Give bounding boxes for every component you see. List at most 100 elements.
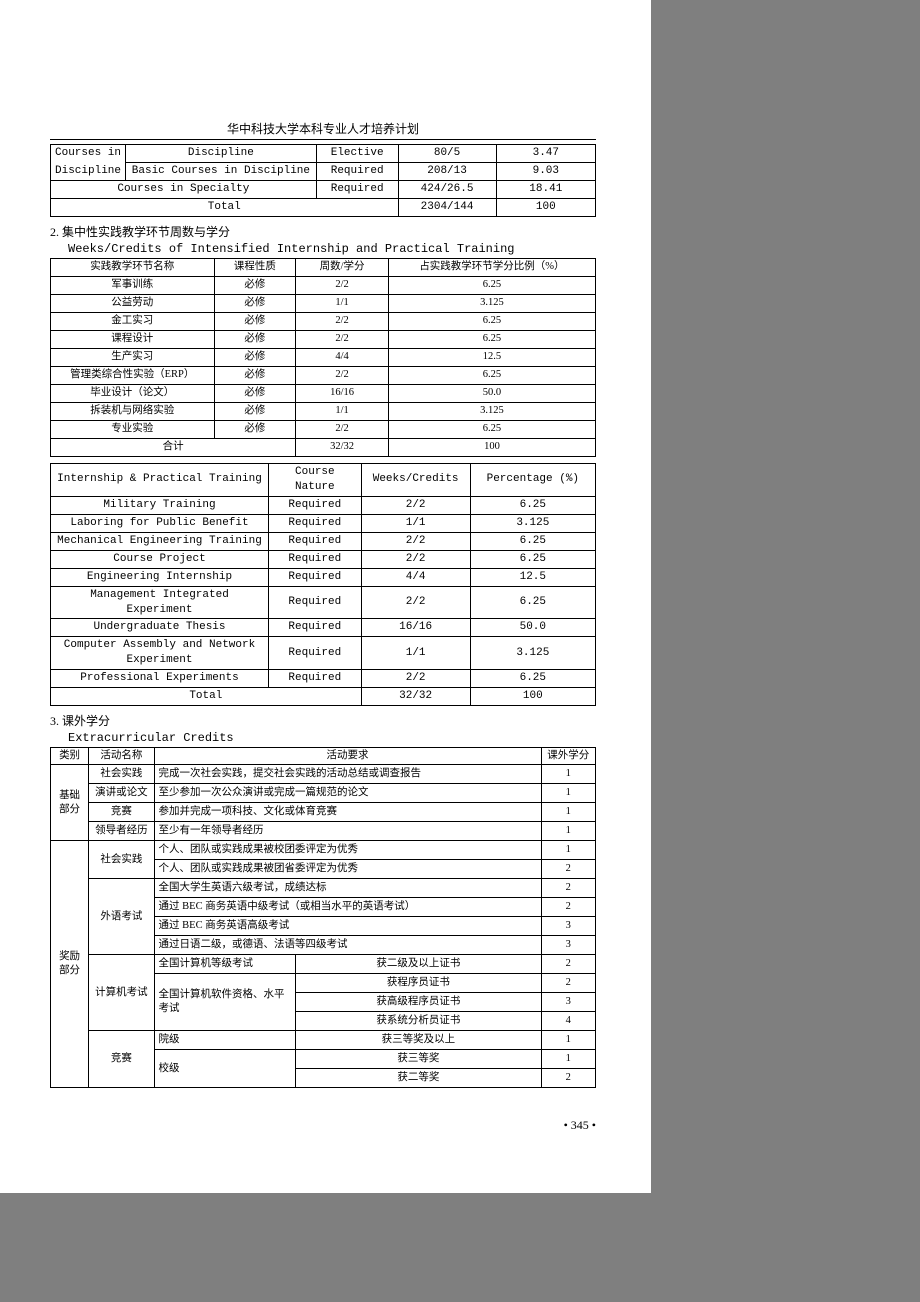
table-row: 合计 32/32 100 bbox=[51, 439, 596, 457]
table-row: Mechanical Engineering TrainingRequired2… bbox=[51, 532, 596, 550]
cell: 外语考试 bbox=[89, 879, 154, 955]
table-extracurricular: 类别 活动名称 活动要求 课外学分 基础部分社会实践完成一次社会实践，提交社会实… bbox=[50, 747, 596, 1088]
cell: 活动名称 bbox=[89, 748, 154, 765]
cell: 2/2 bbox=[296, 313, 389, 331]
cell: 1 bbox=[541, 822, 596, 841]
cell: 生产实习 bbox=[51, 349, 215, 367]
cell: 拆装机与网络实验 bbox=[51, 403, 215, 421]
table-row: 金工实习必修2/26.25 bbox=[51, 313, 596, 331]
cell: 军事训练 bbox=[51, 277, 215, 295]
table-row: 奖励部分社会实践个人、团队或实践成果被校团委评定为优秀1 bbox=[51, 841, 596, 860]
cell: 2 bbox=[541, 974, 596, 993]
cell: Required bbox=[269, 496, 362, 514]
cell: 6.25 bbox=[388, 277, 595, 295]
table-row: Military TrainingRequired2/26.25 bbox=[51, 496, 596, 514]
cell: 100 bbox=[388, 439, 595, 457]
cell: 3.125 bbox=[388, 295, 595, 313]
cell: Laboring for Public Benefit bbox=[51, 514, 269, 532]
cell: 208/13 bbox=[398, 163, 496, 181]
cell: 1/1 bbox=[361, 637, 470, 670]
cell: 必修 bbox=[214, 421, 296, 439]
cell: Required bbox=[269, 586, 362, 619]
cell: 3 bbox=[541, 993, 596, 1012]
cell: 计算机考试 bbox=[89, 955, 154, 1031]
table-internship-en: Internship & Practical Training Course N… bbox=[50, 463, 596, 706]
cell: 100 bbox=[470, 688, 595, 706]
cell: Weeks/Credits bbox=[361, 464, 470, 497]
cell: 9.03 bbox=[496, 163, 595, 181]
cell: Professional Experiments bbox=[51, 670, 269, 688]
table-internship-cn: 实践教学环节名称 课程性质 周数/学分 占实践教学环节学分比例（%） 军事训练必… bbox=[50, 258, 596, 457]
cell: 合计 bbox=[51, 439, 296, 457]
cell: 演讲或论文 bbox=[89, 784, 154, 803]
cell: 必修 bbox=[214, 385, 296, 403]
cell: 3.125 bbox=[388, 403, 595, 421]
cell: 2/2 bbox=[361, 532, 470, 550]
section2-title-en: Weeks/Credits of Intensified Internship … bbox=[68, 242, 596, 256]
cell: 1/1 bbox=[296, 403, 389, 421]
cell: 18.41 bbox=[496, 181, 595, 199]
cell: 6.25 bbox=[470, 496, 595, 514]
header-rule bbox=[50, 139, 596, 140]
section2-title-cn: 2. 集中性实践教学环节周数与学分 bbox=[50, 223, 596, 240]
cell: 全国大学生英语六级考试，成绩达标 bbox=[154, 879, 541, 898]
table-row: Total 2304/144 100 bbox=[51, 199, 596, 217]
cell: 必修 bbox=[214, 313, 296, 331]
cell: Course Nature bbox=[269, 464, 362, 497]
cell: Required bbox=[269, 637, 362, 670]
cell: 1 bbox=[541, 803, 596, 822]
cell: Mechanical Engineering Training bbox=[51, 532, 269, 550]
table-row: 军事训练必修2/26.25 bbox=[51, 277, 596, 295]
cell: 校级 bbox=[154, 1050, 296, 1088]
cell: 竞赛 bbox=[89, 803, 154, 822]
cell: 必修 bbox=[214, 349, 296, 367]
cell: 参加并完成一项科技、文化或体育竞赛 bbox=[154, 803, 541, 822]
cell: 3.47 bbox=[496, 145, 595, 163]
cell: Courses in Specialty bbox=[51, 181, 317, 199]
cell: 占实践教学环节学分比例（%） bbox=[388, 259, 595, 277]
page-header: 华中科技大学本科专业人才培养计划 bbox=[50, 120, 596, 137]
table-row: Laboring for Public BenefitRequired1/13.… bbox=[51, 514, 596, 532]
cell: 32/32 bbox=[296, 439, 389, 457]
cell: Discipline bbox=[51, 163, 126, 181]
cell: 个人、团队或实践成果被校团委评定为优秀 bbox=[154, 841, 541, 860]
cell: 课外学分 bbox=[541, 748, 596, 765]
cell: Required bbox=[316, 181, 398, 199]
cell: 实践教学环节名称 bbox=[51, 259, 215, 277]
cell: Management Integrated Experiment bbox=[51, 586, 269, 619]
cell: 1/1 bbox=[361, 514, 470, 532]
table-row: 领导者经历至少有一年领导者经历1 bbox=[51, 822, 596, 841]
cell: 周数/学分 bbox=[296, 259, 389, 277]
table-row: Discipline Basic Courses in Discipline R… bbox=[51, 163, 596, 181]
table-row: Professional ExperimentsRequired2/26.25 bbox=[51, 670, 596, 688]
cell: 社会实践 bbox=[89, 765, 154, 784]
cell: Required bbox=[269, 532, 362, 550]
cell: 1 bbox=[541, 784, 596, 803]
cell: 获三等奖 bbox=[296, 1050, 541, 1069]
table-row: 毕业设计（论文）必修16/1650.0 bbox=[51, 385, 596, 403]
cell: Required bbox=[269, 619, 362, 637]
cell: 2/2 bbox=[361, 586, 470, 619]
cell: 2 bbox=[541, 860, 596, 879]
section3-title-en: Extracurricular Credits bbox=[68, 731, 596, 745]
cell: 社会实践 bbox=[89, 841, 154, 879]
table-row: 竞赛院级获三等奖及以上1 bbox=[51, 1031, 596, 1050]
cell: 2/2 bbox=[296, 277, 389, 295]
cell: Undergraduate Thesis bbox=[51, 619, 269, 637]
cell: 80/5 bbox=[398, 145, 496, 163]
table-row: Undergraduate ThesisRequired16/1650.0 bbox=[51, 619, 596, 637]
cell: 32/32 bbox=[361, 688, 470, 706]
cell: 管理类综合性实验（ERP） bbox=[51, 367, 215, 385]
cell: 3 bbox=[541, 936, 596, 955]
table-row: 课程设计必修2/26.25 bbox=[51, 331, 596, 349]
cell: 个人、团队或实践成果被团省委评定为优秀 bbox=[154, 860, 541, 879]
cell: Internship & Practical Training bbox=[51, 464, 269, 497]
cell: 1 bbox=[541, 1050, 596, 1069]
cell: 424/26.5 bbox=[398, 181, 496, 199]
cell: 2/2 bbox=[296, 421, 389, 439]
table-row: 基础部分社会实践完成一次社会实践，提交社会实践的活动总结或调查报告1 bbox=[51, 765, 596, 784]
cell: Courses in bbox=[51, 145, 126, 163]
cell: Course Project bbox=[51, 550, 269, 568]
cell: 4 bbox=[541, 1012, 596, 1031]
cell: 50.0 bbox=[470, 619, 595, 637]
